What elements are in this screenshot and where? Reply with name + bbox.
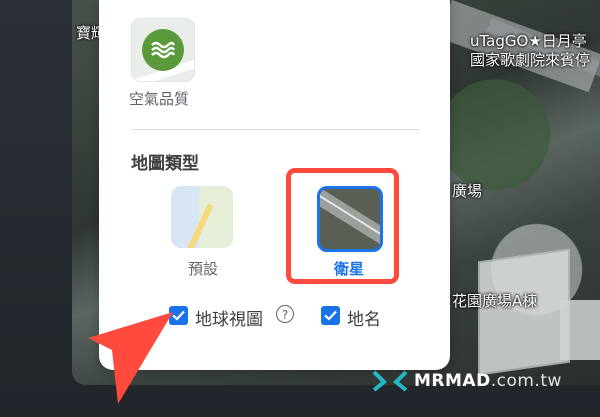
watermark-brand: MRMAD <box>414 371 491 391</box>
place-labels-checkbox[interactable] <box>321 306 340 325</box>
watermark-suffix: .com.tw <box>490 371 562 391</box>
highlight-box <box>286 168 399 284</box>
pointer-arrow-icon <box>88 312 173 404</box>
air-quality-icon <box>142 29 184 71</box>
map-label-poi-secondary[interactable]: 國家歌劇院來賓停 <box>470 49 590 70</box>
map-type-title: 地圖類型 <box>131 154 199 174</box>
mrmad-logo-icon <box>372 370 408 392</box>
map-label-poi[interactable]: uTagGO★日月亭 <box>470 30 587 51</box>
help-icon[interactable]: ? <box>276 305 294 323</box>
map-label-plaza[interactable]: 廣場 <box>452 180 482 201</box>
watermark-text: MRMAD.com.tw <box>414 371 562 391</box>
air-quality-label: 空氣品質 <box>129 90 190 108</box>
map-building <box>560 300 600 360</box>
globe-view-label[interactable]: 地球視圖 <box>195 305 263 330</box>
map-type-default-label[interactable]: 預設 <box>188 258 218 279</box>
map-type-default-button[interactable] <box>171 186 233 248</box>
map-label-building[interactable]: 花園廣場A棟 <box>452 290 537 311</box>
divider <box>131 129 420 130</box>
place-labels-label[interactable]: 地名 <box>347 305 381 330</box>
check-icon <box>324 310 337 321</box>
air-quality-layer-button[interactable] <box>131 18 195 82</box>
map-building <box>478 248 570 376</box>
watermark-logo: MRMAD.com.tw <box>372 370 562 392</box>
